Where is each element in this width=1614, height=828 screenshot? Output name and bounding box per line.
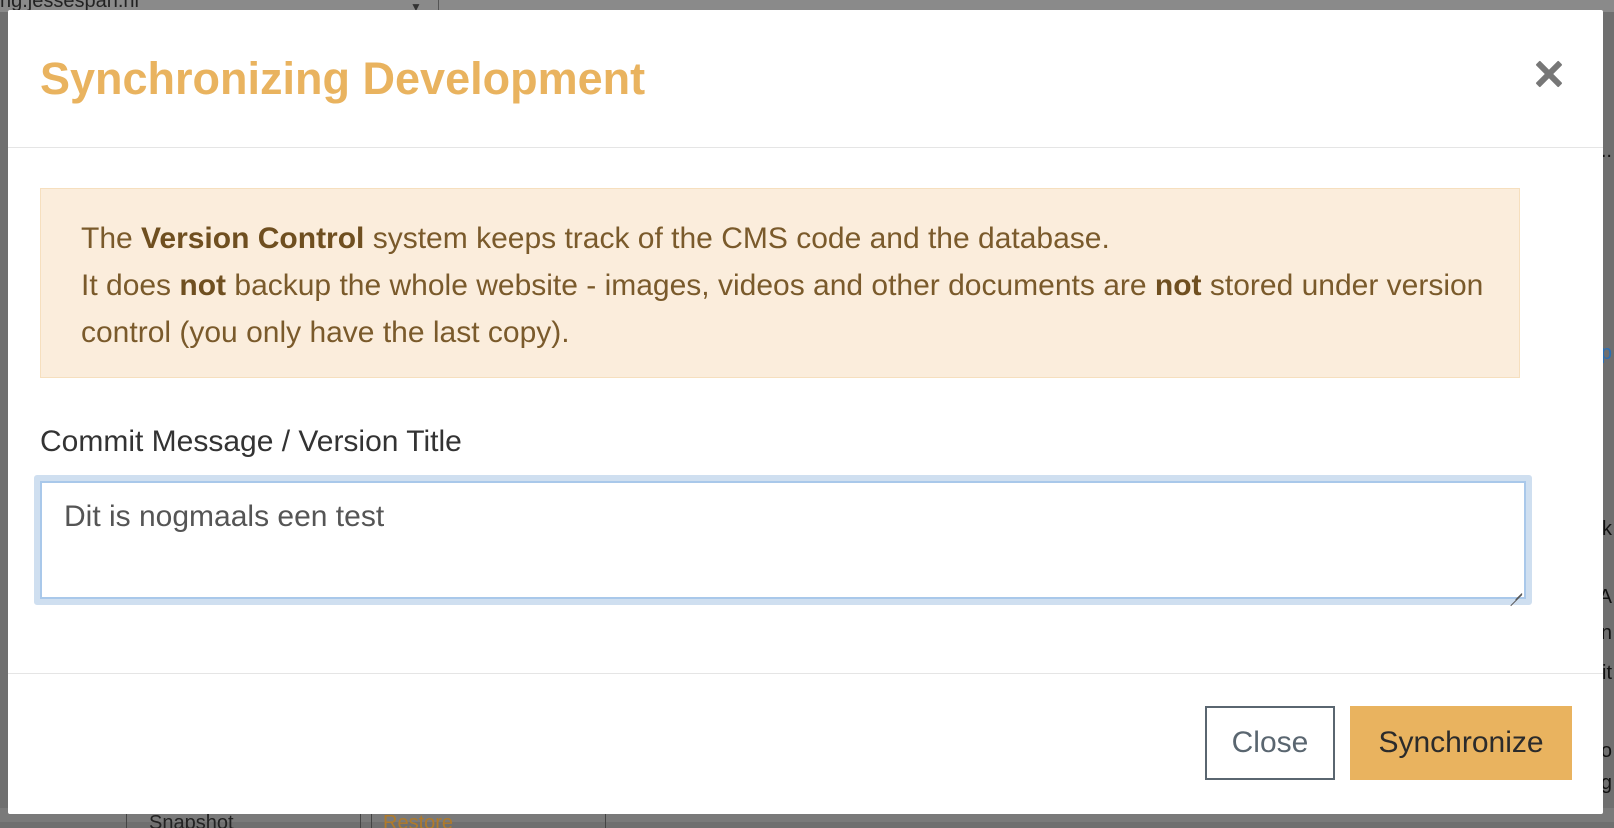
- alert-text-segment: The: [81, 222, 142, 255]
- close-button[interactable]: Close: [1205, 706, 1335, 780]
- info-alert: The Version Control system keeps track o…: [40, 188, 1520, 378]
- alert-text-segment: It does: [81, 269, 180, 302]
- alert-text-segment: system keeps track of the CMS code and t…: [364, 222, 1110, 255]
- close-icon[interactable]: [1535, 60, 1563, 88]
- modal-footer: Close Synchronize: [8, 673, 1603, 814]
- modal-title: Synchronizing Development: [40, 53, 646, 104]
- resize-grip-icon[interactable]: [1508, 581, 1522, 595]
- alert-bold-text: not: [1154, 269, 1202, 302]
- commit-message-focus-ring: Dit is nogmaals een test: [34, 475, 1532, 605]
- background-text-fragment: it: [1602, 662, 1612, 684]
- alert-bold-text: not: [179, 269, 227, 302]
- synchronize-button[interactable]: Synchronize: [1350, 706, 1572, 780]
- alert-text-segment: backup the whole website - images, video…: [226, 269, 1155, 302]
- alert-text: The Version Control system keeps track o…: [81, 215, 1501, 356]
- commit-message-label: Commit Message / Version Title: [40, 425, 462, 458]
- modal-header: Synchronizing Development: [8, 10, 1603, 148]
- alert-bold-text: Version Control: [141, 222, 365, 255]
- modal-body: The Version Control system keeps track o…: [8, 148, 1603, 658]
- commit-message-textarea[interactable]: Dit is nogmaals een test: [40, 481, 1526, 599]
- background-text-fragment: k: [1602, 518, 1612, 540]
- sync-modal: Synchronizing Development The Version Co…: [8, 10, 1603, 814]
